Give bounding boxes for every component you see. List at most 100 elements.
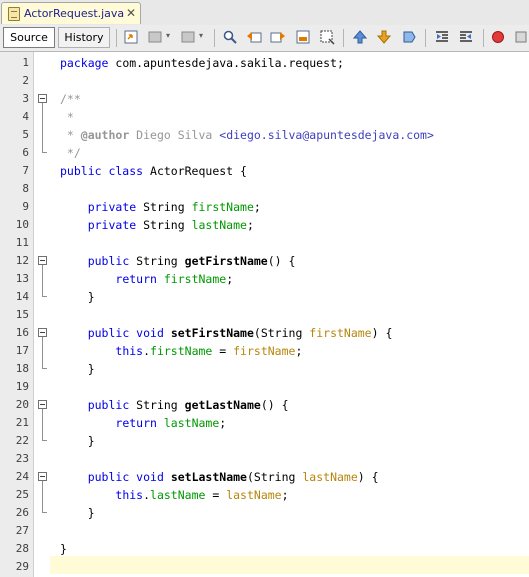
code-token: () { (267, 254, 296, 268)
history-button[interactable]: History (58, 27, 110, 48)
code-line: * @author Diego Silva <diego.silva@apunt… (60, 126, 434, 144)
code-token: package (60, 56, 109, 70)
code-line: public class ActorRequest { (60, 162, 247, 180)
fold-end-marker (42, 368, 47, 369)
line-number: 22 (15, 434, 29, 447)
code-token: (String (246, 470, 303, 484)
code-token: ; (219, 416, 227, 430)
fold-guide-line (42, 265, 43, 296)
line-number: 12 (15, 254, 29, 267)
code-line: */ (60, 144, 81, 162)
line-number: 26 (15, 506, 29, 519)
code-token: firstName (150, 344, 213, 358)
code-token: com.apuntesdejava.sakila.request; (108, 56, 344, 70)
code-line: private String firstName; (60, 198, 261, 216)
line-number: 25 (15, 488, 29, 501)
last-edit-icon[interactable] (123, 29, 139, 45)
forward-icon[interactable] (180, 29, 196, 45)
code-line: package com.apuntesdejava.sakila.request… (60, 54, 344, 72)
line-number: 15 (15, 308, 29, 321)
code-token: = (205, 488, 227, 502)
toggle-bookmark-icon[interactable] (401, 29, 417, 45)
code-token: setFirstName (170, 326, 254, 340)
collapse-fold-icon[interactable] (38, 472, 47, 481)
java-file-icon (8, 7, 20, 21)
code-token: this (115, 344, 144, 358)
code-area[interactable]: package com.apuntesdejava.sakila.request… (50, 52, 529, 577)
code-line: this.firstName = firstName; (60, 342, 302, 360)
line-number: 23 (15, 452, 29, 465)
code-token: ) { (357, 470, 379, 484)
fold-guide-line (42, 103, 43, 152)
collapse-fold-icon[interactable] (38, 94, 47, 103)
file-tab[interactable]: ActorRequest.java ✕ (1, 2, 141, 24)
stop-macro-icon[interactable] (513, 29, 529, 45)
code-token: } (60, 362, 95, 376)
source-button[interactable]: Source (3, 27, 55, 48)
close-tab-icon[interactable]: ✕ (126, 6, 136, 20)
back-icon[interactable] (147, 29, 163, 45)
line-number: 7 (22, 164, 29, 177)
line-number: 4 (22, 110, 29, 123)
line-number: 27 (15, 524, 29, 537)
collapse-fold-icon[interactable] (38, 400, 47, 409)
code-token: } (60, 290, 95, 304)
code-line: } (60, 288, 95, 306)
find-icon[interactable] (222, 29, 238, 45)
collapse-fold-icon[interactable] (38, 328, 47, 337)
code-token: /** (60, 92, 81, 106)
code-token: String (136, 218, 192, 232)
code-token: . (143, 344, 151, 358)
code-token: } (60, 434, 95, 448)
line-number: 17 (15, 344, 29, 357)
code-token: firstName (309, 326, 372, 340)
code-line: } (60, 360, 95, 378)
code-token: firstName (191, 200, 254, 214)
back-dropdown-icon[interactable]: ▾ (166, 31, 170, 40)
previous-bookmark-icon[interactable] (352, 29, 368, 45)
line-number: 11 (15, 236, 29, 249)
code-token: } (60, 542, 67, 556)
shift-right-icon[interactable] (458, 29, 474, 45)
shift-left-icon[interactable] (434, 29, 450, 45)
next-bookmark-icon[interactable] (376, 29, 392, 45)
code-line: public void setFirstName(String firstNam… (60, 324, 393, 342)
line-number: 20 (15, 398, 29, 411)
code-token: lastName (302, 470, 358, 484)
code-token: firstName (163, 272, 227, 286)
collapse-fold-icon[interactable] (38, 256, 47, 265)
code-token: String (129, 398, 185, 412)
code-line: public void setLastName(String lastName)… (60, 468, 379, 486)
code-token: ; (246, 218, 254, 232)
code-line: this.lastName = lastName; (60, 486, 288, 504)
toggle-highlight-icon[interactable] (319, 29, 335, 45)
code-token: ; (253, 200, 261, 214)
code-token: String (136, 200, 192, 214)
forward-dropdown-icon[interactable]: ▾ (199, 31, 203, 40)
find-next-icon[interactable] (270, 29, 286, 45)
find-selection-icon[interactable] (295, 29, 311, 45)
fold-guide-line (42, 481, 43, 512)
code-token: . (143, 488, 151, 502)
fold-end-marker (42, 440, 47, 441)
record-macro-icon[interactable] (490, 29, 506, 45)
find-previous-icon[interactable] (246, 29, 262, 45)
code-token: * (60, 110, 74, 124)
toolbar-separator (425, 29, 426, 47)
line-number: 28 (15, 542, 29, 555)
code-token: public class (60, 164, 144, 178)
code-token: return (115, 416, 157, 430)
code-token: public (87, 254, 130, 268)
toolbar-separator (214, 29, 215, 47)
code-line: public String getLastName() { (60, 396, 289, 414)
code-token: lastName (163, 416, 220, 430)
